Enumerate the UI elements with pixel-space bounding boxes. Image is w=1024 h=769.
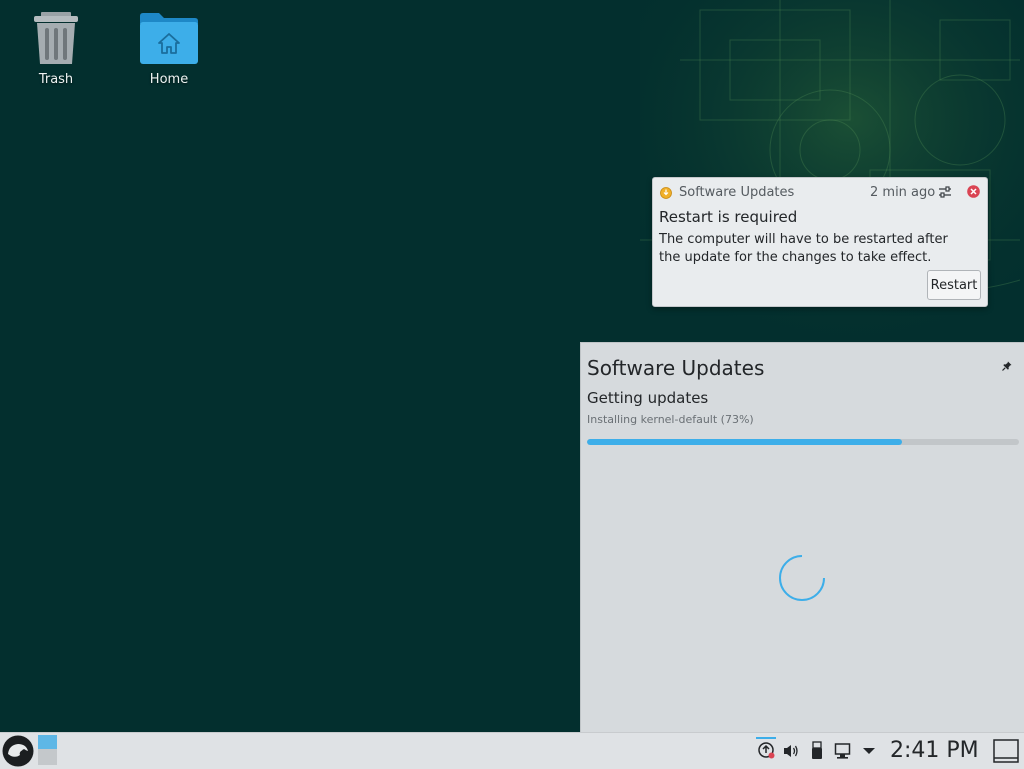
panel-title: Software Updates [587, 356, 765, 380]
notification-time: 2 min ago [870, 185, 936, 200]
update-status: Getting updates [587, 389, 709, 407]
notification-close-icon[interactable] [967, 185, 980, 198]
software-updates-panel: Software Updates Getting updates Install… [580, 342, 1024, 733]
software-updates-icon [660, 187, 672, 199]
tray-active-indicator [756, 737, 776, 739]
application-launcher-icon[interactable] [2, 735, 34, 767]
chevron-down-icon[interactable] [862, 746, 876, 756]
restart-notification: Software Updates 2 min ago Restart is re… [652, 177, 988, 307]
desktop-icon-home[interactable]: Home [124, 10, 214, 87]
desktop-icon-label: Home [149, 72, 189, 87]
restart-button[interactable]: Restart [927, 270, 981, 300]
notification-title: Restart is required [659, 208, 798, 226]
pin-icon[interactable] [1002, 361, 1012, 371]
pager-desktop-2[interactable] [38, 749, 57, 765]
taskbar: 2:41 PM [0, 732, 1024, 769]
show-desktop-icon[interactable] [993, 739, 1019, 763]
notification-app-name: Software Updates [679, 185, 795, 200]
pager-desktop-1[interactable] [38, 735, 57, 749]
trash-icon [34, 12, 78, 64]
notification-settings-icon[interactable] [937, 184, 953, 200]
busy-spinner-icon [779, 555, 825, 601]
digital-clock[interactable]: 2:41 PM [890, 738, 979, 763]
notification-body: The computer will have to be restarted a… [659, 232, 948, 265]
update-progress-bar [587, 439, 1019, 445]
update-detail: Installing kernel-default (73%) [587, 413, 754, 426]
desktop-icon-label: Trash [38, 72, 74, 87]
desktop-icon-trash[interactable]: Trash [11, 10, 101, 87]
removable-device-icon[interactable] [810, 741, 824, 761]
software-updates-tray-icon[interactable] [757, 741, 777, 761]
update-progress-fill [587, 439, 903, 445]
network-icon[interactable] [834, 742, 854, 760]
volume-icon[interactable] [782, 742, 800, 760]
home-folder-icon [140, 13, 198, 64]
